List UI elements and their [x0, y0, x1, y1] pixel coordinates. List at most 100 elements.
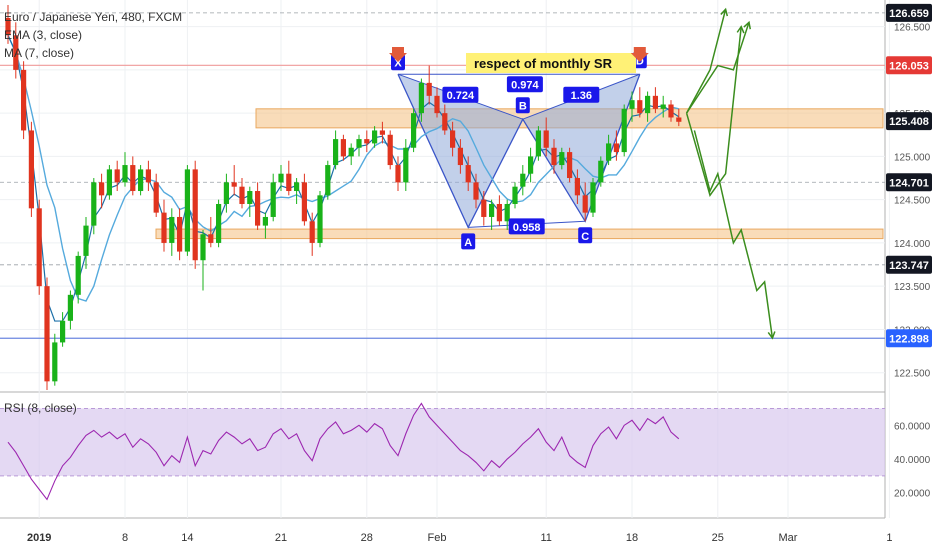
x-tick-label: 11 — [540, 532, 551, 544]
candle-body — [153, 182, 159, 213]
candle-body — [520, 173, 526, 187]
candle-body — [223, 182, 229, 204]
ema-legend[interactable]: EMA (3, close) — [4, 28, 82, 42]
candle-body — [372, 130, 378, 144]
price-axis-value: 123.747 — [889, 260, 929, 272]
x-tick-label: 25 — [712, 532, 724, 544]
candle-body — [44, 286, 50, 382]
candle-body — [496, 203, 502, 222]
candle-body — [559, 152, 565, 166]
candle-body — [122, 165, 128, 183]
candle-body — [231, 182, 237, 187]
candle-body — [278, 173, 284, 183]
candle-body — [262, 216, 268, 226]
ma-legend[interactable]: MA (7, close) — [4, 46, 74, 60]
pattern-point-label: A — [464, 237, 472, 249]
candle-body — [114, 169, 120, 183]
x-tick-label: 18 — [626, 532, 638, 544]
candle-body — [652, 95, 658, 109]
candle-body — [590, 182, 596, 213]
price-axis-value: 125.408 — [889, 116, 929, 128]
pattern-point-label: B — [519, 101, 527, 113]
x-tick-label: 1 — [886, 532, 892, 544]
x-tick-label: 2019 — [27, 532, 51, 544]
price-axis-value: 124.701 — [889, 177, 929, 189]
rsi-tick-label: 40.0000 — [894, 455, 931, 466]
candle-body — [512, 186, 518, 204]
candle-body — [192, 169, 198, 261]
candle-body — [442, 113, 448, 131]
candle-body — [481, 199, 487, 217]
candle-body — [36, 208, 42, 287]
candle-body — [325, 165, 331, 196]
candle-body — [411, 113, 417, 148]
candle-body — [426, 82, 432, 96]
candle-body — [676, 117, 682, 122]
candle-body — [457, 147, 463, 166]
candle-body — [574, 178, 580, 196]
candle-body — [598, 160, 604, 183]
candle-body — [348, 147, 354, 157]
candle-body — [387, 134, 393, 166]
candle-body — [294, 182, 300, 192]
candle-body — [613, 143, 619, 153]
ratio-label: 1.36 — [571, 90, 592, 102]
y-tick-label: 125.000 — [894, 152, 931, 163]
candle-body — [567, 152, 573, 179]
candle-body — [21, 69, 27, 131]
ratio-label: 0.724 — [447, 90, 475, 102]
y-tick-label: 124.500 — [894, 196, 931, 207]
candle-body — [60, 320, 66, 343]
rsi-tick-label: 60.0000 — [894, 421, 931, 432]
candle-body — [239, 186, 245, 204]
candle-body — [379, 130, 385, 135]
pattern-point-label: C — [581, 231, 589, 243]
candle-body — [629, 100, 635, 109]
y-tick-label: 122.500 — [894, 369, 931, 380]
y-tick-label: 124.000 — [894, 239, 931, 250]
candle-body — [473, 182, 479, 200]
candle-body — [286, 173, 292, 192]
candle-body — [637, 100, 643, 114]
rsi-legend[interactable]: RSI (8, close) — [4, 401, 77, 415]
y-tick-label: 126.500 — [894, 23, 931, 34]
candle-body — [52, 342, 58, 382]
candle-body — [621, 108, 627, 153]
candle-body — [301, 182, 307, 222]
candle-body — [270, 182, 276, 217]
candle-body — [606, 143, 612, 161]
candle-body — [317, 195, 323, 243]
x-tick-label: 28 — [361, 532, 373, 544]
candle-body — [340, 139, 346, 157]
candle-body — [28, 130, 34, 209]
candle-body — [645, 95, 651, 114]
candle-body — [660, 104, 666, 109]
candle-body — [169, 216, 175, 243]
ratio-label: 0.974 — [511, 80, 539, 92]
candle-body — [145, 169, 151, 183]
candle-body — [255, 191, 261, 226]
candle-body — [450, 130, 456, 148]
candle-body — [434, 95, 440, 114]
candle-body — [333, 139, 339, 166]
candle-body — [247, 191, 253, 204]
candle-body — [418, 82, 424, 114]
rsi-tick-label: 20.0000 — [894, 489, 931, 500]
candle-body — [403, 147, 409, 183]
candle-body — [504, 203, 510, 222]
price-chart[interactable]: 122.500123.000123.500124.000124.500125.0… — [0, 0, 932, 550]
candle-body — [582, 195, 588, 213]
x-tick-label: 21 — [275, 532, 287, 544]
candle-body — [106, 169, 112, 196]
candle-body — [208, 234, 214, 243]
candle-body — [395, 165, 401, 183]
x-tick-label: 8 — [122, 532, 128, 544]
candle-body — [75, 255, 81, 295]
symbol-legend[interactable]: Euro / Japanese Yen, 480, FXCM — [4, 10, 182, 24]
candle-body — [161, 212, 167, 243]
candle-body — [356, 139, 362, 148]
candle-body — [535, 130, 541, 157]
candle-body — [130, 165, 136, 192]
chart-stage: 122.500123.000123.500124.000124.500125.0… — [0, 0, 932, 550]
candle-body — [216, 203, 222, 243]
